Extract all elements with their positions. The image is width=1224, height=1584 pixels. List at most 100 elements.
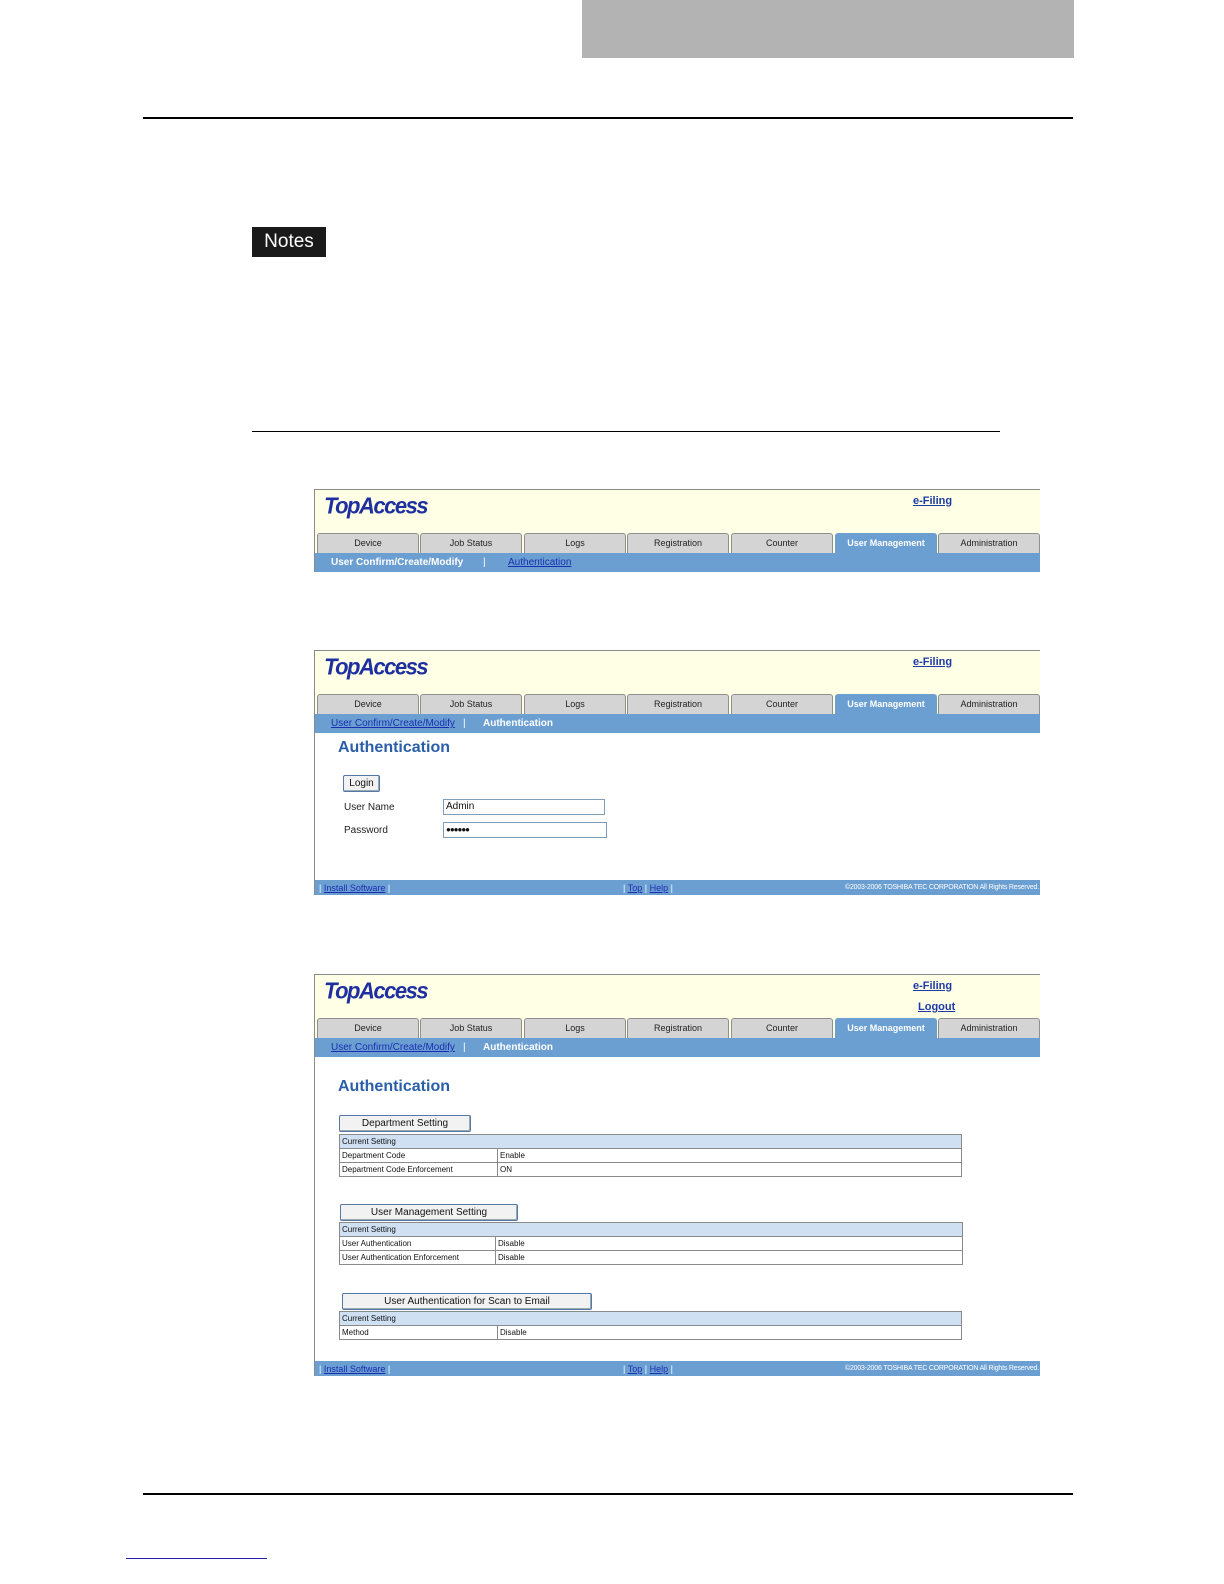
tab-counter[interactable]: Counter (731, 694, 833, 714)
table-row: Department Code Enforcement ON (339, 1162, 962, 1177)
tab-user-management[interactable]: User Management (835, 694, 937, 714)
tab-job-status[interactable]: Job Status (420, 1018, 522, 1038)
tab-device[interactable]: Device (317, 694, 419, 714)
setting-value: Disable (495, 1250, 963, 1265)
screenshot-user-management-tab: TopAccess e-Filing Device Job Status Log… (314, 489, 1040, 572)
tab-registration[interactable]: Registration (627, 1018, 729, 1038)
scan-to-email-authentication-button[interactable]: User Authentication for Scan to Email (342, 1293, 592, 1310)
setting-label: User Authentication Enforcement (339, 1250, 496, 1265)
bottom-rule (143, 1493, 1073, 1495)
scan-to-email-settings-table: Current Setting Method Disable (339, 1311, 962, 1340)
subnav-separator: | (463, 718, 466, 729)
tab-logs[interactable]: Logs (524, 533, 626, 553)
install-software-link[interactable]: Install Software (324, 1364, 386, 1374)
subnav-authentication[interactable]: Authentication (483, 714, 553, 733)
tab-user-management[interactable]: User Management (835, 533, 937, 553)
subnav-authentication[interactable]: Authentication (483, 1038, 553, 1057)
setting-value: Disable (495, 1236, 963, 1251)
subnav-separator: | (483, 557, 486, 568)
help-link[interactable]: Help (650, 1364, 669, 1374)
tab-counter[interactable]: Counter (731, 1018, 833, 1038)
sub-navigation: User Confirm/Create/Modify | Authenticat… (315, 714, 1040, 733)
tab-user-management[interactable]: User Management (835, 1018, 937, 1038)
tab-job-status[interactable]: Job Status (420, 533, 522, 553)
password-input[interactable]: ●●●●●● (443, 822, 607, 838)
install-software-link[interactable]: Install Software (324, 883, 386, 893)
footer-bar: | (387, 1364, 391, 1374)
user-management-settings-table: Current Setting User Authentication Disab… (339, 1222, 963, 1265)
main-tabs: Device Job Status Logs Registration Coun… (315, 533, 1040, 553)
subnav-user-confirm-link[interactable]: User Confirm/Create/Modify (331, 1038, 455, 1057)
table-row: User Authentication Disable (339, 1236, 963, 1251)
tab-administration[interactable]: Administration (938, 1018, 1040, 1038)
tab-job-status[interactable]: Job Status (420, 694, 522, 714)
footer-bar: | (644, 1364, 648, 1374)
sub-navigation: User Confirm/Create/Modify | Authenticat… (315, 553, 1040, 572)
table-header: Current Setting (339, 1222, 963, 1237)
tab-logs[interactable]: Logs (524, 1018, 626, 1038)
topaccess-header: TopAccess e-Filing (315, 651, 1040, 694)
tab-logs[interactable]: Logs (524, 694, 626, 714)
tab-device[interactable]: Device (317, 1018, 419, 1038)
copyright: ©2003-2006 TOSHIBA TEC CORPORATION All R… (845, 884, 1039, 891)
department-setting-button[interactable]: Department Setting (339, 1115, 471, 1132)
efiling-link[interactable]: e-Filing (913, 980, 952, 992)
copyright: ©2003-2006 TOSHIBA TEC CORPORATION All R… (845, 1365, 1039, 1372)
user-name-label: User Name (344, 802, 395, 813)
setting-value: Enable (497, 1148, 962, 1163)
screenshot-authentication-settings: TopAccess e-Filing Logout Device Job Sta… (314, 974, 1040, 1376)
tab-administration[interactable]: Administration (938, 694, 1040, 714)
section-rule (252, 431, 1000, 432)
footer-bar: | (670, 1364, 673, 1374)
efiling-link[interactable]: e-Filing (913, 495, 952, 507)
setting-label: Department Code (339, 1148, 498, 1163)
page-footer: | Install Software | | Top | Help | ©200… (315, 1361, 1040, 1376)
user-name-input[interactable]: Admin (443, 799, 605, 815)
tab-device[interactable]: Device (317, 533, 419, 553)
tab-counter[interactable]: Counter (731, 533, 833, 553)
password-label: Password (344, 825, 388, 836)
subnav-user-confirm[interactable]: User Confirm/Create/Modify (331, 553, 463, 572)
footer-bar: | (644, 883, 648, 893)
footer-bar: | (387, 883, 391, 893)
topaccess-logo: TopAccess (324, 492, 429, 519)
footer-bar: | (623, 883, 626, 893)
page-title: Authentication (338, 739, 450, 756)
user-management-setting-button[interactable]: User Management Setting (340, 1204, 518, 1221)
topaccess-header: TopAccess e-Filing Logout (315, 975, 1040, 1018)
help-link[interactable]: Help (650, 883, 669, 893)
screenshot-authentication-login: TopAccess e-Filing Device Job Status Log… (314, 650, 1040, 895)
footer-mid: | Top | Help | (623, 880, 673, 895)
setting-value: Disable (497, 1325, 962, 1340)
tab-registration[interactable]: Registration (627, 533, 729, 553)
topaccess-header: TopAccess e-Filing (315, 490, 1040, 533)
department-settings-table: Current Setting Department Code Enable De… (339, 1134, 962, 1177)
subnav-user-confirm-link[interactable]: User Confirm/Create/Modify (331, 714, 455, 733)
efiling-link[interactable]: e-Filing (913, 656, 952, 668)
table-row: Method Disable (339, 1325, 962, 1340)
logout-link[interactable]: Logout (918, 1001, 955, 1013)
top-link[interactable]: Top (628, 883, 643, 893)
topaccess-logo: TopAccess (324, 977, 429, 1004)
table-row: Department Code Enable (339, 1148, 962, 1163)
setting-label: User Authentication (339, 1236, 496, 1251)
setting-label: Department Code Enforcement (339, 1162, 498, 1177)
subnav-separator: | (463, 1042, 466, 1053)
footer-mid: | Top | Help | (623, 1361, 673, 1376)
page-footer: | Install Software | | Top | Help | ©200… (315, 880, 1040, 895)
page-title: Authentication (338, 1078, 450, 1095)
footer-bar: | (623, 1364, 626, 1374)
subnav-authentication-link[interactable]: Authentication (508, 553, 571, 572)
setting-label: Method (339, 1325, 498, 1340)
login-button[interactable]: Login (343, 775, 380, 792)
footer-left: | Install Software | (319, 880, 390, 895)
top-link[interactable]: Top (628, 1364, 643, 1374)
tab-administration[interactable]: Administration (938, 533, 1040, 553)
notes-badge: Notes (252, 227, 326, 257)
tab-registration[interactable]: Registration (627, 694, 729, 714)
header-gray-block (582, 0, 1074, 58)
footer-bar: | (319, 1364, 322, 1374)
sub-navigation: User Confirm/Create/Modify | Authenticat… (315, 1038, 1040, 1057)
setting-value: ON (497, 1162, 962, 1177)
top-rule (143, 117, 1073, 119)
